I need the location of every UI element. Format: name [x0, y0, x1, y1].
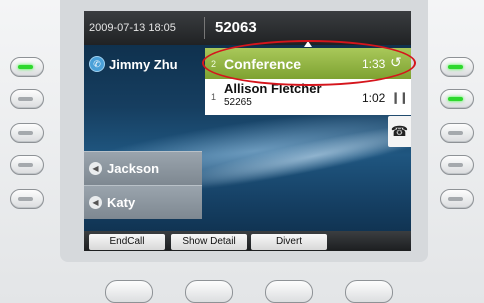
line-led [18, 97, 33, 101]
call-session-conference[interactable]: 2 Conference 1:33 ↺ [205, 41, 411, 85]
session-led [448, 197, 463, 201]
call-index: 1 [211, 92, 217, 102]
call-name: Allison Fletcher [224, 81, 322, 96]
date-time: 2009-07-13 18:05 [89, 22, 176, 34]
right-session-button-3[interactable] [440, 123, 474, 143]
line-led [18, 65, 33, 69]
right-session-button-1[interactable] [440, 57, 474, 77]
line-label[interactable]: ✆ Jimmy Zhu [84, 50, 202, 78]
active-call-icon: ↺ [390, 54, 402, 70]
speed-dial-icon: ◀ [89, 196, 102, 209]
call-number: 52265 [224, 97, 252, 108]
left-line-button-4[interactable] [10, 155, 44, 175]
call-name: Conference [224, 56, 302, 72]
phone-screen: 2009-07-13 18:05 52063 ✆ Jimmy Zhu 2 Con… [84, 11, 411, 251]
hold-icon: ❙❙ [391, 92, 408, 104]
right-session-button-2[interactable] [440, 89, 474, 109]
end-call-handset-icon[interactable]: ☎ [388, 116, 411, 147]
call-session-allison[interactable]: 1 Allison Fletcher 52265 1:02 ❙❙ [205, 79, 411, 115]
phone-device: 2009-07-13 18:05 52063 ✆ Jimmy Zhu 2 Con… [0, 0, 484, 303]
show-detail-softkey[interactable]: Show Detail [171, 234, 247, 250]
line-name: Jimmy Zhu [109, 56, 178, 72]
phone-extension: 52063 [215, 19, 257, 36]
line-led [18, 163, 33, 167]
speed-dial-jackson[interactable]: ◀ Jackson [84, 151, 202, 185]
call-duration: 1:02 [362, 91, 386, 105]
status-header: 2009-07-13 18:05 52063 [84, 11, 411, 45]
left-line-button-2[interactable] [10, 89, 44, 109]
call-list: 2 Conference 1:33 ↺ 1 Allison Fletcher 5… [205, 41, 411, 115]
line-led [18, 197, 33, 201]
line-led [18, 131, 33, 135]
softkey-hard-button-4[interactable] [345, 280, 393, 303]
speed-dial-label: Jackson [107, 161, 160, 176]
call-duration: 1:33 [362, 57, 386, 71]
session-led [448, 131, 463, 135]
call-index: 2 [211, 59, 217, 69]
softkey-hard-button-2[interactable] [185, 280, 233, 303]
right-session-button-5[interactable] [440, 189, 474, 209]
header-divider [204, 17, 205, 39]
session-led [448, 97, 463, 101]
speed-dial-label: Katy [107, 195, 136, 210]
session-led [448, 65, 463, 69]
softkey-bar: EndCall Show Detail Divert [84, 231, 411, 251]
right-session-button-4[interactable] [440, 155, 474, 175]
left-line-button-5[interactable] [10, 189, 44, 209]
line-phone-icon: ✆ [89, 56, 105, 72]
speed-dial-katy[interactable]: ◀ Katy [84, 185, 202, 219]
scroll-up-icon [304, 41, 312, 47]
divert-softkey[interactable]: Divert [251, 234, 327, 250]
softkey-hard-button-3[interactable] [265, 280, 313, 303]
session-led [448, 163, 463, 167]
softkey-hard-button-1[interactable] [105, 280, 153, 303]
speed-dial-icon: ◀ [89, 162, 102, 175]
endcall-softkey[interactable]: EndCall [89, 234, 165, 250]
left-line-button-1[interactable] [10, 57, 44, 77]
left-line-button-3[interactable] [10, 123, 44, 143]
